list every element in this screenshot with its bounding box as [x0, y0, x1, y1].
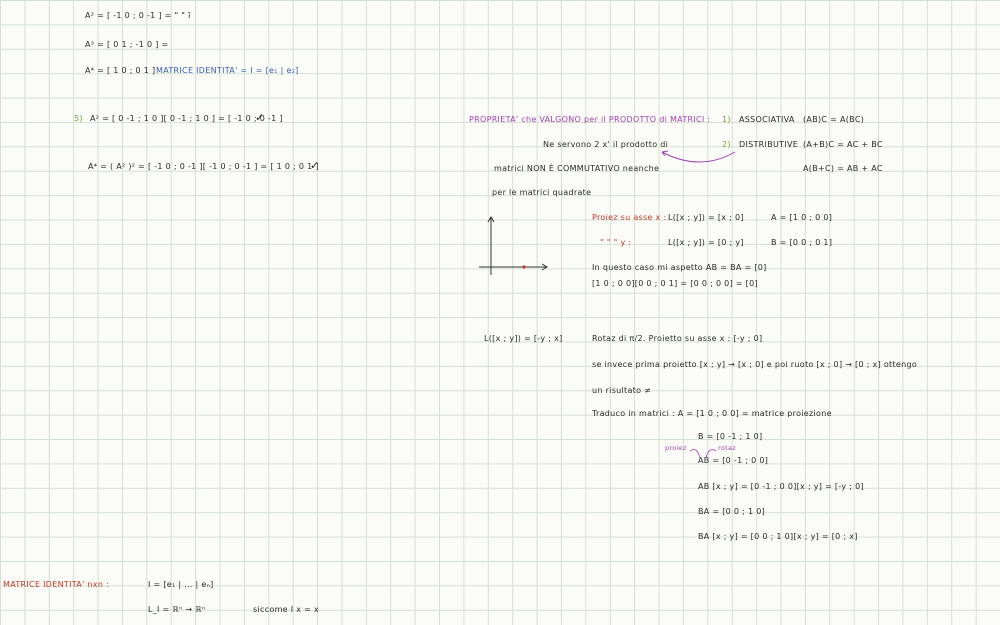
- purple-arrow-arc: [661, 151, 736, 163]
- sketch-layer: [479, 150, 736, 459]
- rotaz-arrow: [705, 449, 717, 459]
- proiez-arrow: [689, 449, 701, 459]
- projected-point: [522, 265, 526, 269]
